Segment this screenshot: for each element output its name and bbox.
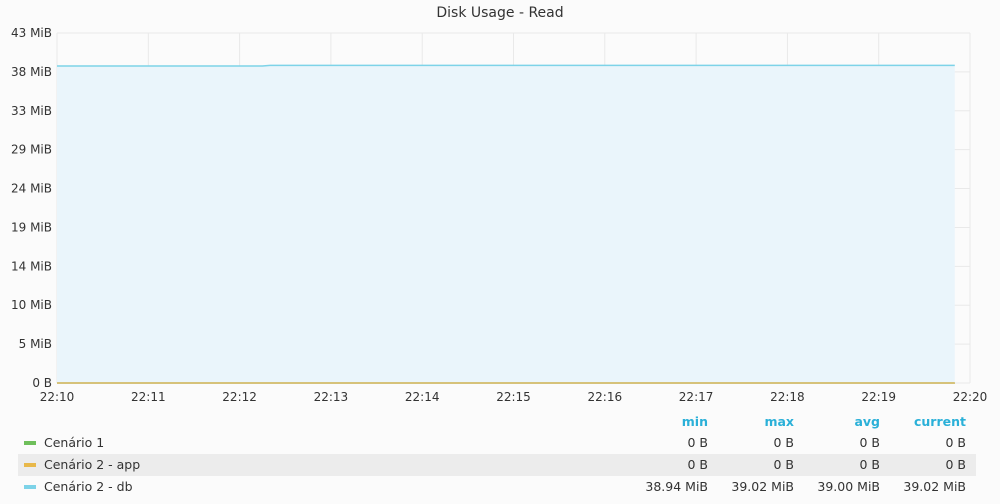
y-tick-label: 19 MiB — [11, 220, 52, 234]
y-tick-label: 29 MiB — [11, 143, 52, 157]
x-tick-label: 22:18 — [770, 390, 805, 404]
y-tick-label: 33 MiB — [11, 104, 52, 118]
legend-item-cenario-2-db[interactable]: Cenário 2 - db 38.94 MiB 39.02 MiB 39.00… — [18, 476, 976, 498]
legend-max-value: 0 B — [773, 457, 794, 472]
y-tick-label: 10 MiB — [11, 298, 52, 312]
y-tick-label: 0 B — [32, 376, 52, 390]
x-tick-label: 22:14 — [405, 390, 440, 404]
legend-avg-value: 39.00 MiB — [817, 479, 880, 494]
legend-avg-value: 0 B — [859, 457, 880, 472]
legend-item-cenario-2-app[interactable]: Cenário 2 - app 0 B 0 B 0 B 0 B — [18, 454, 976, 476]
legend-col-current[interactable]: current — [876, 412, 966, 432]
legend-series-name[interactable]: Cenário 1 — [44, 432, 104, 454]
legend-current-value: 0 B — [945, 435, 966, 450]
x-tick-label: 22:11 — [131, 390, 166, 404]
legend-min-value: 0 B — [687, 457, 708, 472]
legend-min-value: 38.94 MiB — [645, 479, 708, 494]
legend-min-value: 0 B — [687, 435, 708, 450]
legend-col-avg[interactable]: avg — [790, 412, 880, 432]
y-tick-label: 24 MiB — [11, 182, 52, 196]
series-line-cenario-2-db — [57, 64, 955, 67]
legend-series-name[interactable]: Cenário 2 - app — [44, 454, 140, 476]
legend-avg-value: 0 B — [859, 435, 880, 450]
legend-current-value: 0 B — [945, 457, 966, 472]
x-tick-label: 22:10 — [40, 390, 75, 404]
legend-header: min max avg current — [18, 412, 976, 432]
x-tick-label: 22:17 — [679, 390, 714, 404]
legend-max-value: 39.02 MiB — [731, 479, 794, 494]
legend-col-min[interactable]: min — [618, 412, 708, 432]
series-color-swatch — [24, 441, 36, 445]
series-color-swatch — [24, 463, 36, 467]
y-tick-label: 38 MiB — [11, 65, 52, 79]
legend-series-name[interactable]: Cenário 2 - db — [44, 476, 133, 498]
series-color-swatch — [24, 485, 36, 489]
x-tick-label: 22:12 — [222, 390, 257, 404]
legend-col-max[interactable]: max — [704, 412, 794, 432]
y-tick-label: 14 MiB — [11, 259, 52, 273]
legend-max-value: 0 B — [773, 435, 794, 450]
y-tick-label: 43 MiB — [11, 26, 52, 40]
x-tick-label: 22:13 — [314, 390, 349, 404]
x-tick-label: 22:19 — [861, 390, 896, 404]
legend-table: min max avg current Cenário 1 0 B 0 B 0 … — [18, 412, 976, 498]
disk-usage-chart: 0 B 5 MiB 10 MiB 14 MiB 19 MiB 24 MiB 29 MiB 33… — [11, 26, 988, 404]
x-tick-label: 22:16 — [588, 390, 623, 404]
legend-item-cenario-1[interactable]: Cenário 1 0 B 0 B 0 B 0 B — [18, 432, 976, 454]
x-tick-label: 22:20 — [953, 390, 988, 404]
x-tick-label: 22:15 — [496, 390, 531, 404]
y-tick-label: 5 MiB — [19, 337, 52, 351]
series-area-cenario-2-db — [57, 65, 955, 383]
legend-current-value: 39.02 MiB — [903, 479, 966, 494]
